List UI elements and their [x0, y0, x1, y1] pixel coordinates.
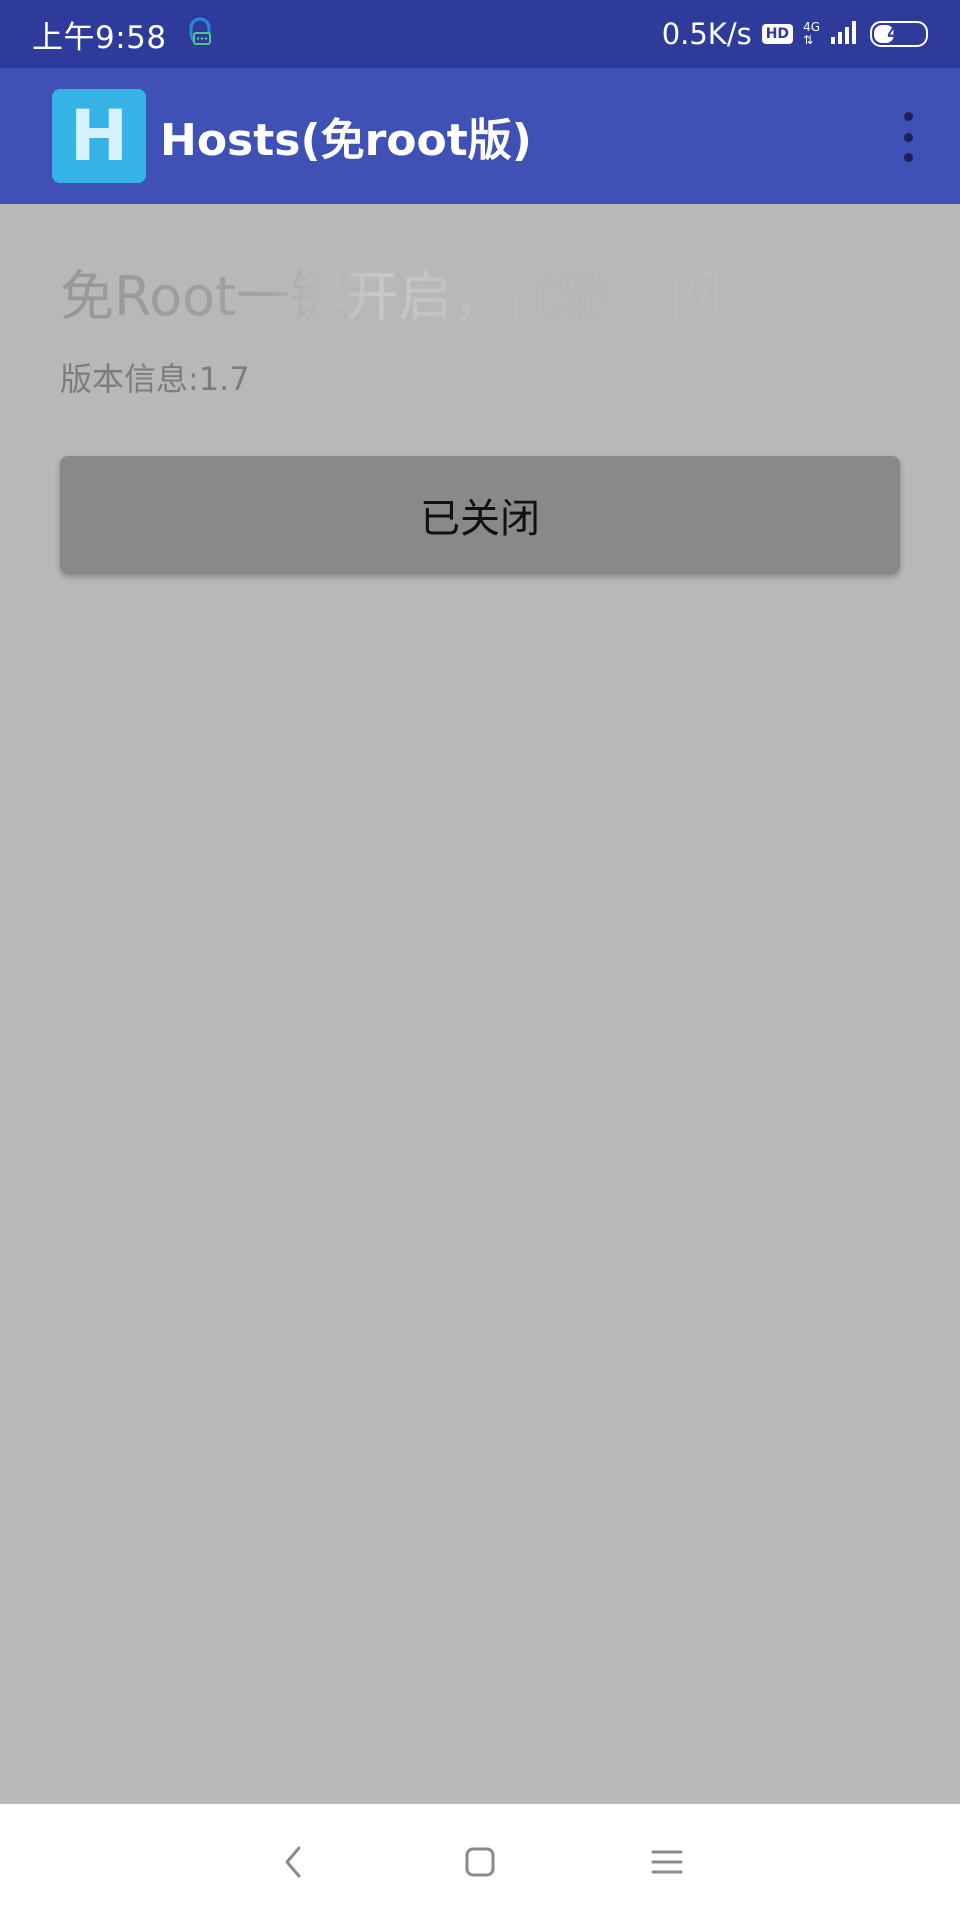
- version-info: 版本信息:1.7: [60, 360, 250, 398]
- status-time: 上午9:58: [32, 19, 167, 56]
- menu-dot: [903, 153, 913, 162]
- battery-icon: 44: [870, 21, 928, 47]
- app-title: Hosts(免root版): [160, 115, 532, 166]
- back-button[interactable]: [263, 1832, 323, 1892]
- status-bar: 上午9:58 0.5K/s HD 4G ⇅ 44: [0, 0, 960, 68]
- overflow-menu-icon[interactable]: [896, 112, 920, 162]
- data-arrows-icon: ⇅: [803, 33, 814, 47]
- network-type: 4G ⇅: [803, 21, 820, 47]
- headline: 免Root一键开启，优雅上网: [60, 252, 722, 331]
- status-right: 0.5K/s HD 4G ⇅ 44: [662, 17, 928, 51]
- menu-dot: [903, 112, 913, 121]
- menu-icon: [651, 1850, 683, 1874]
- assistant-notification-icon: [185, 14, 215, 54]
- hd-badge: HD: [761, 24, 794, 44]
- home-icon: [465, 1847, 495, 1877]
- signal-icon: [830, 19, 860, 49]
- app-logo-icon: H: [52, 89, 146, 183]
- network-speed: 0.5K/s: [661, 17, 752, 51]
- main-content: 免Root一键开启，优雅上网 版本信息:1.7 已关闭: [0, 204, 960, 1804]
- back-icon: [285, 1846, 301, 1878]
- battery-level: 44: [887, 24, 911, 44]
- app-bar: H Hosts(免root版): [0, 68, 960, 204]
- navigation-bar: [0, 1804, 960, 1920]
- home-button[interactable]: [450, 1832, 510, 1892]
- recents-button[interactable]: [637, 1832, 697, 1892]
- screen: 上午9:58 0.5K/s HD 4G ⇅ 44 H Hosts(免root版)…: [0, 0, 960, 1920]
- menu-dot: [903, 132, 913, 142]
- toggle-hosts-button[interactable]: 已关闭: [60, 456, 900, 574]
- status-left: 上午9:58: [32, 12, 215, 57]
